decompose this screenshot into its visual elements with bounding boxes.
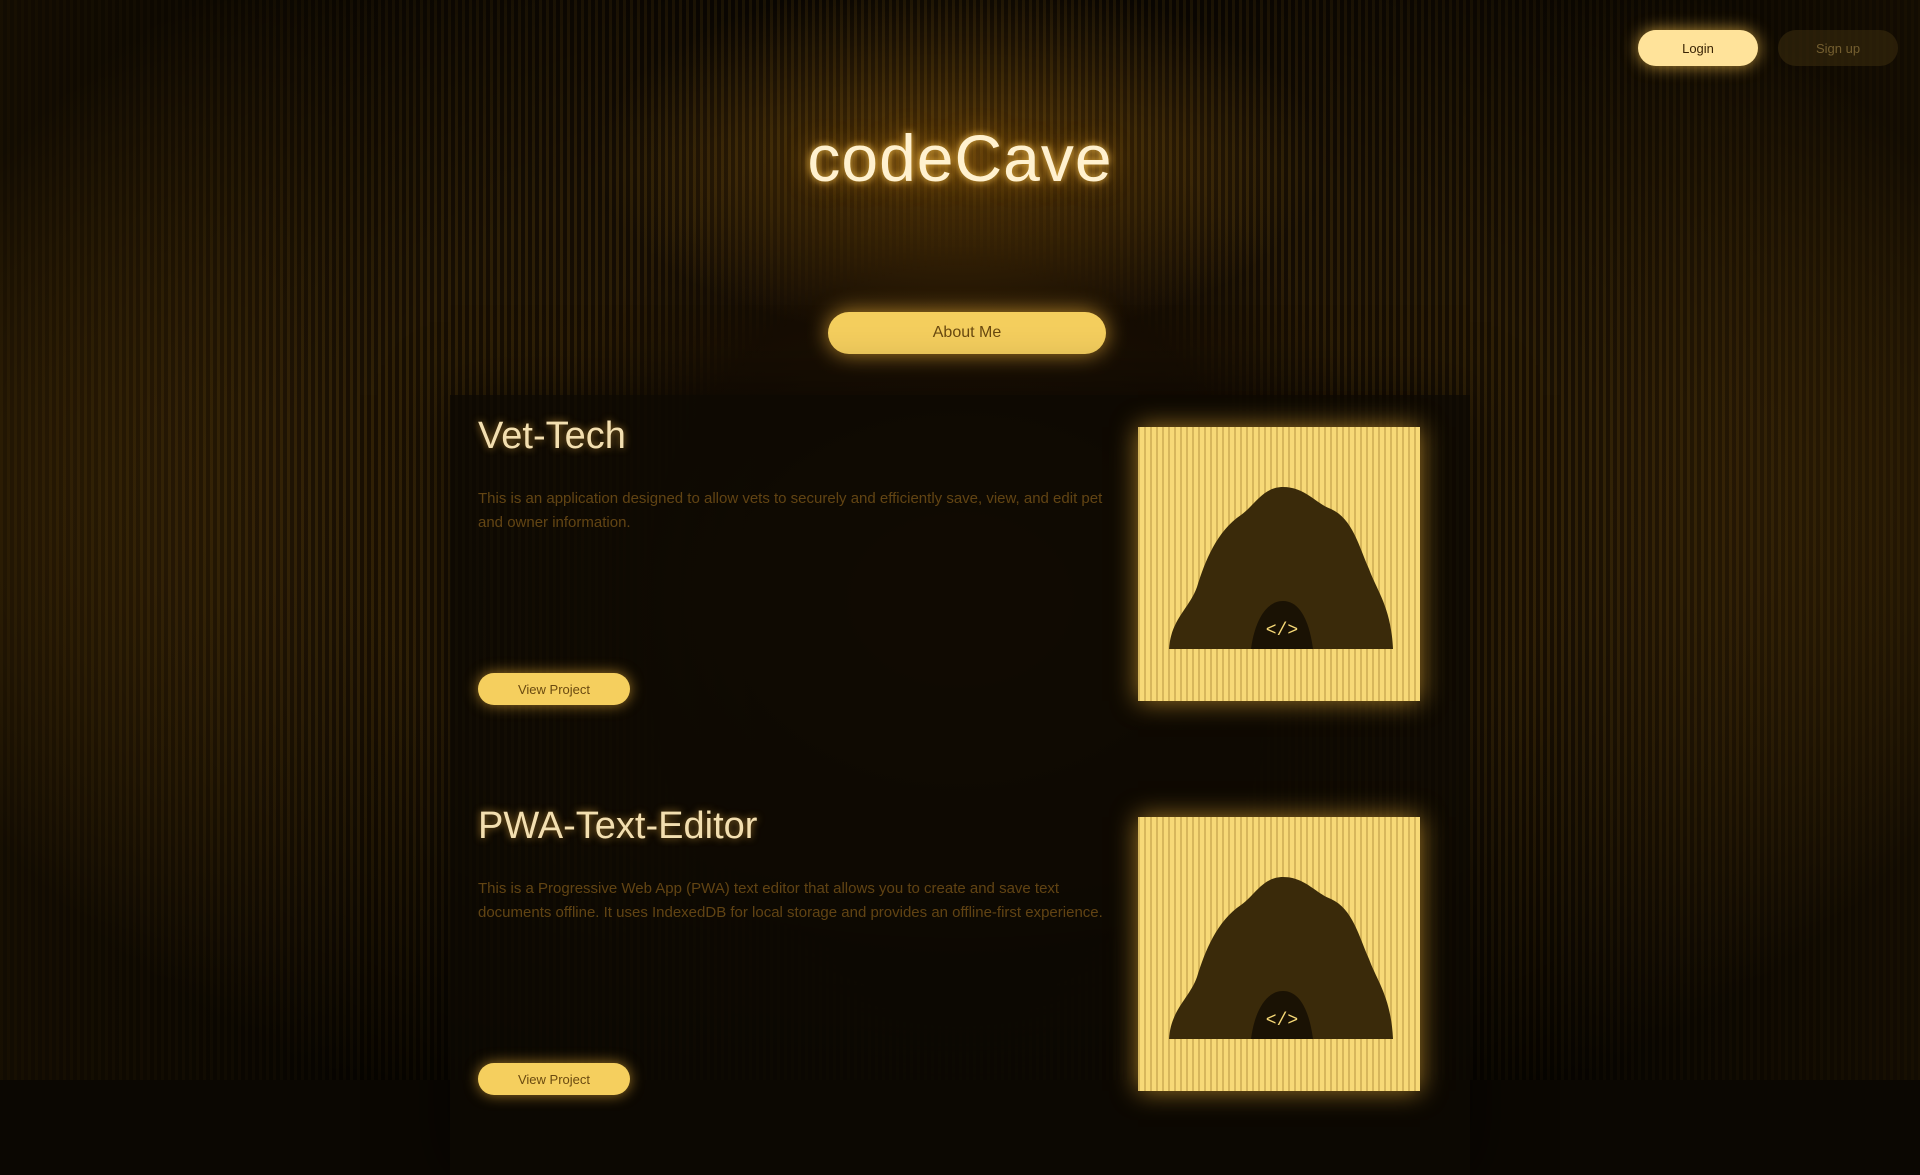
svg-text:</>: </>: [1266, 621, 1298, 641]
project-card: Vet-Tech This is an application designed…: [450, 395, 1470, 785]
view-project-button[interactable]: View Project: [478, 673, 630, 705]
about-me-button[interactable]: About Me: [828, 312, 1106, 354]
project-image[interactable]: </>: [1138, 817, 1420, 1091]
project-description: This is an application designed to allow…: [478, 490, 1103, 531]
project-title: PWA-Text-Editor: [478, 805, 758, 847]
site-logo[interactable]: codeCave: [0, 120, 1920, 196]
project-card: PWA-Text-Editor This is a Progressive We…: [450, 785, 1470, 1175]
signup-button[interactable]: Sign up: [1778, 30, 1898, 66]
project-image[interactable]: </>: [1138, 427, 1420, 701]
project-title: Vet-Tech: [478, 415, 626, 457]
top-nav: Login Sign up: [1638, 30, 1898, 66]
projects-list: Vet-Tech This is an application designed…: [450, 395, 1470, 1175]
login-button[interactable]: Login: [1638, 30, 1758, 66]
cave-code-icon: </>: [1169, 877, 1393, 1039]
svg-text:</>: </>: [1266, 1011, 1298, 1031]
cave-code-icon: </>: [1169, 487, 1393, 649]
view-project-button[interactable]: View Project: [478, 1063, 630, 1095]
project-description: This is a Progressive Web App (PWA) text…: [478, 880, 1103, 921]
